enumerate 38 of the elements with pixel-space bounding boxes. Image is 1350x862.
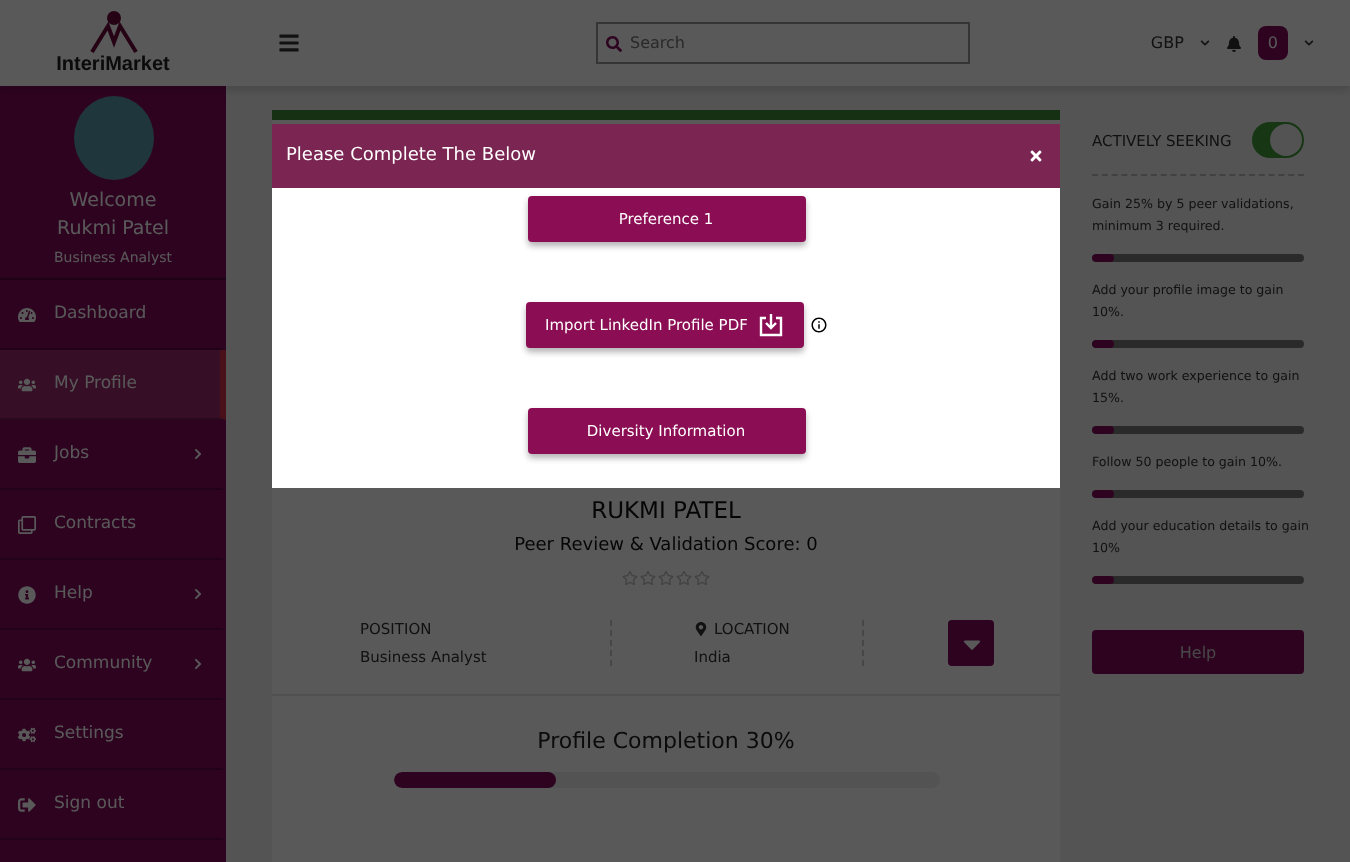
info-icon: [18, 585, 36, 603]
logo-icon: [87, 10, 139, 54]
completion-label: Profile Completion 30%: [537, 728, 795, 754]
chevron-down-icon[interactable]: [1304, 38, 1314, 48]
sidebar-item[interactable]: Contracts: [0, 490, 226, 560]
info-icon[interactable]: [809, 316, 827, 334]
gears-icon: [18, 725, 36, 743]
search-icon: [606, 36, 622, 52]
gauge-icon: [18, 305, 36, 323]
people-icon: [18, 655, 36, 673]
user-name: Rukmi Patel: [57, 216, 169, 244]
validation-score: Peer Review & Validation Score: 0: [514, 536, 818, 556]
avatar: [73, 96, 153, 180]
welcome-text: Welcome: [69, 188, 157, 216]
download-icon: [757, 312, 783, 338]
sidebar-item[interactable]: Help: [0, 560, 226, 630]
briefcase-icon: [18, 445, 36, 463]
notification-count[interactable]: 0: [1257, 26, 1288, 60]
sidebar-item[interactable]: Sign out: [0, 770, 226, 840]
sidebar-item[interactable]: Community: [0, 630, 226, 700]
dropdown-button[interactable]: [948, 620, 994, 666]
help-button[interactable]: Help: [1092, 630, 1304, 674]
people-icon: [18, 375, 36, 393]
brand-name: InteriMarket: [56, 54, 170, 76]
close-button[interactable]: [1028, 148, 1044, 164]
bell-icon[interactable]: [1225, 35, 1242, 51]
modal-title: Please Complete The Below: [286, 146, 536, 166]
menu-icon[interactable]: [278, 32, 300, 54]
currency-selector[interactable]: GBP: [1150, 34, 1184, 52]
toggle-switch[interactable]: [1252, 122, 1304, 158]
profile-name: RUKMI PATEL: [591, 496, 741, 524]
sign-out-icon: [18, 795, 36, 813]
chevron-down-icon[interactable]: [1199, 38, 1210, 48]
copy-icon: [18, 515, 36, 533]
sidebar-item[interactable]: Jobs: [0, 420, 226, 490]
pin-icon: [694, 622, 708, 636]
sidebar-item[interactable]: Settings: [0, 700, 226, 770]
sidebar-item[interactable]: My Profile: [0, 350, 226, 420]
